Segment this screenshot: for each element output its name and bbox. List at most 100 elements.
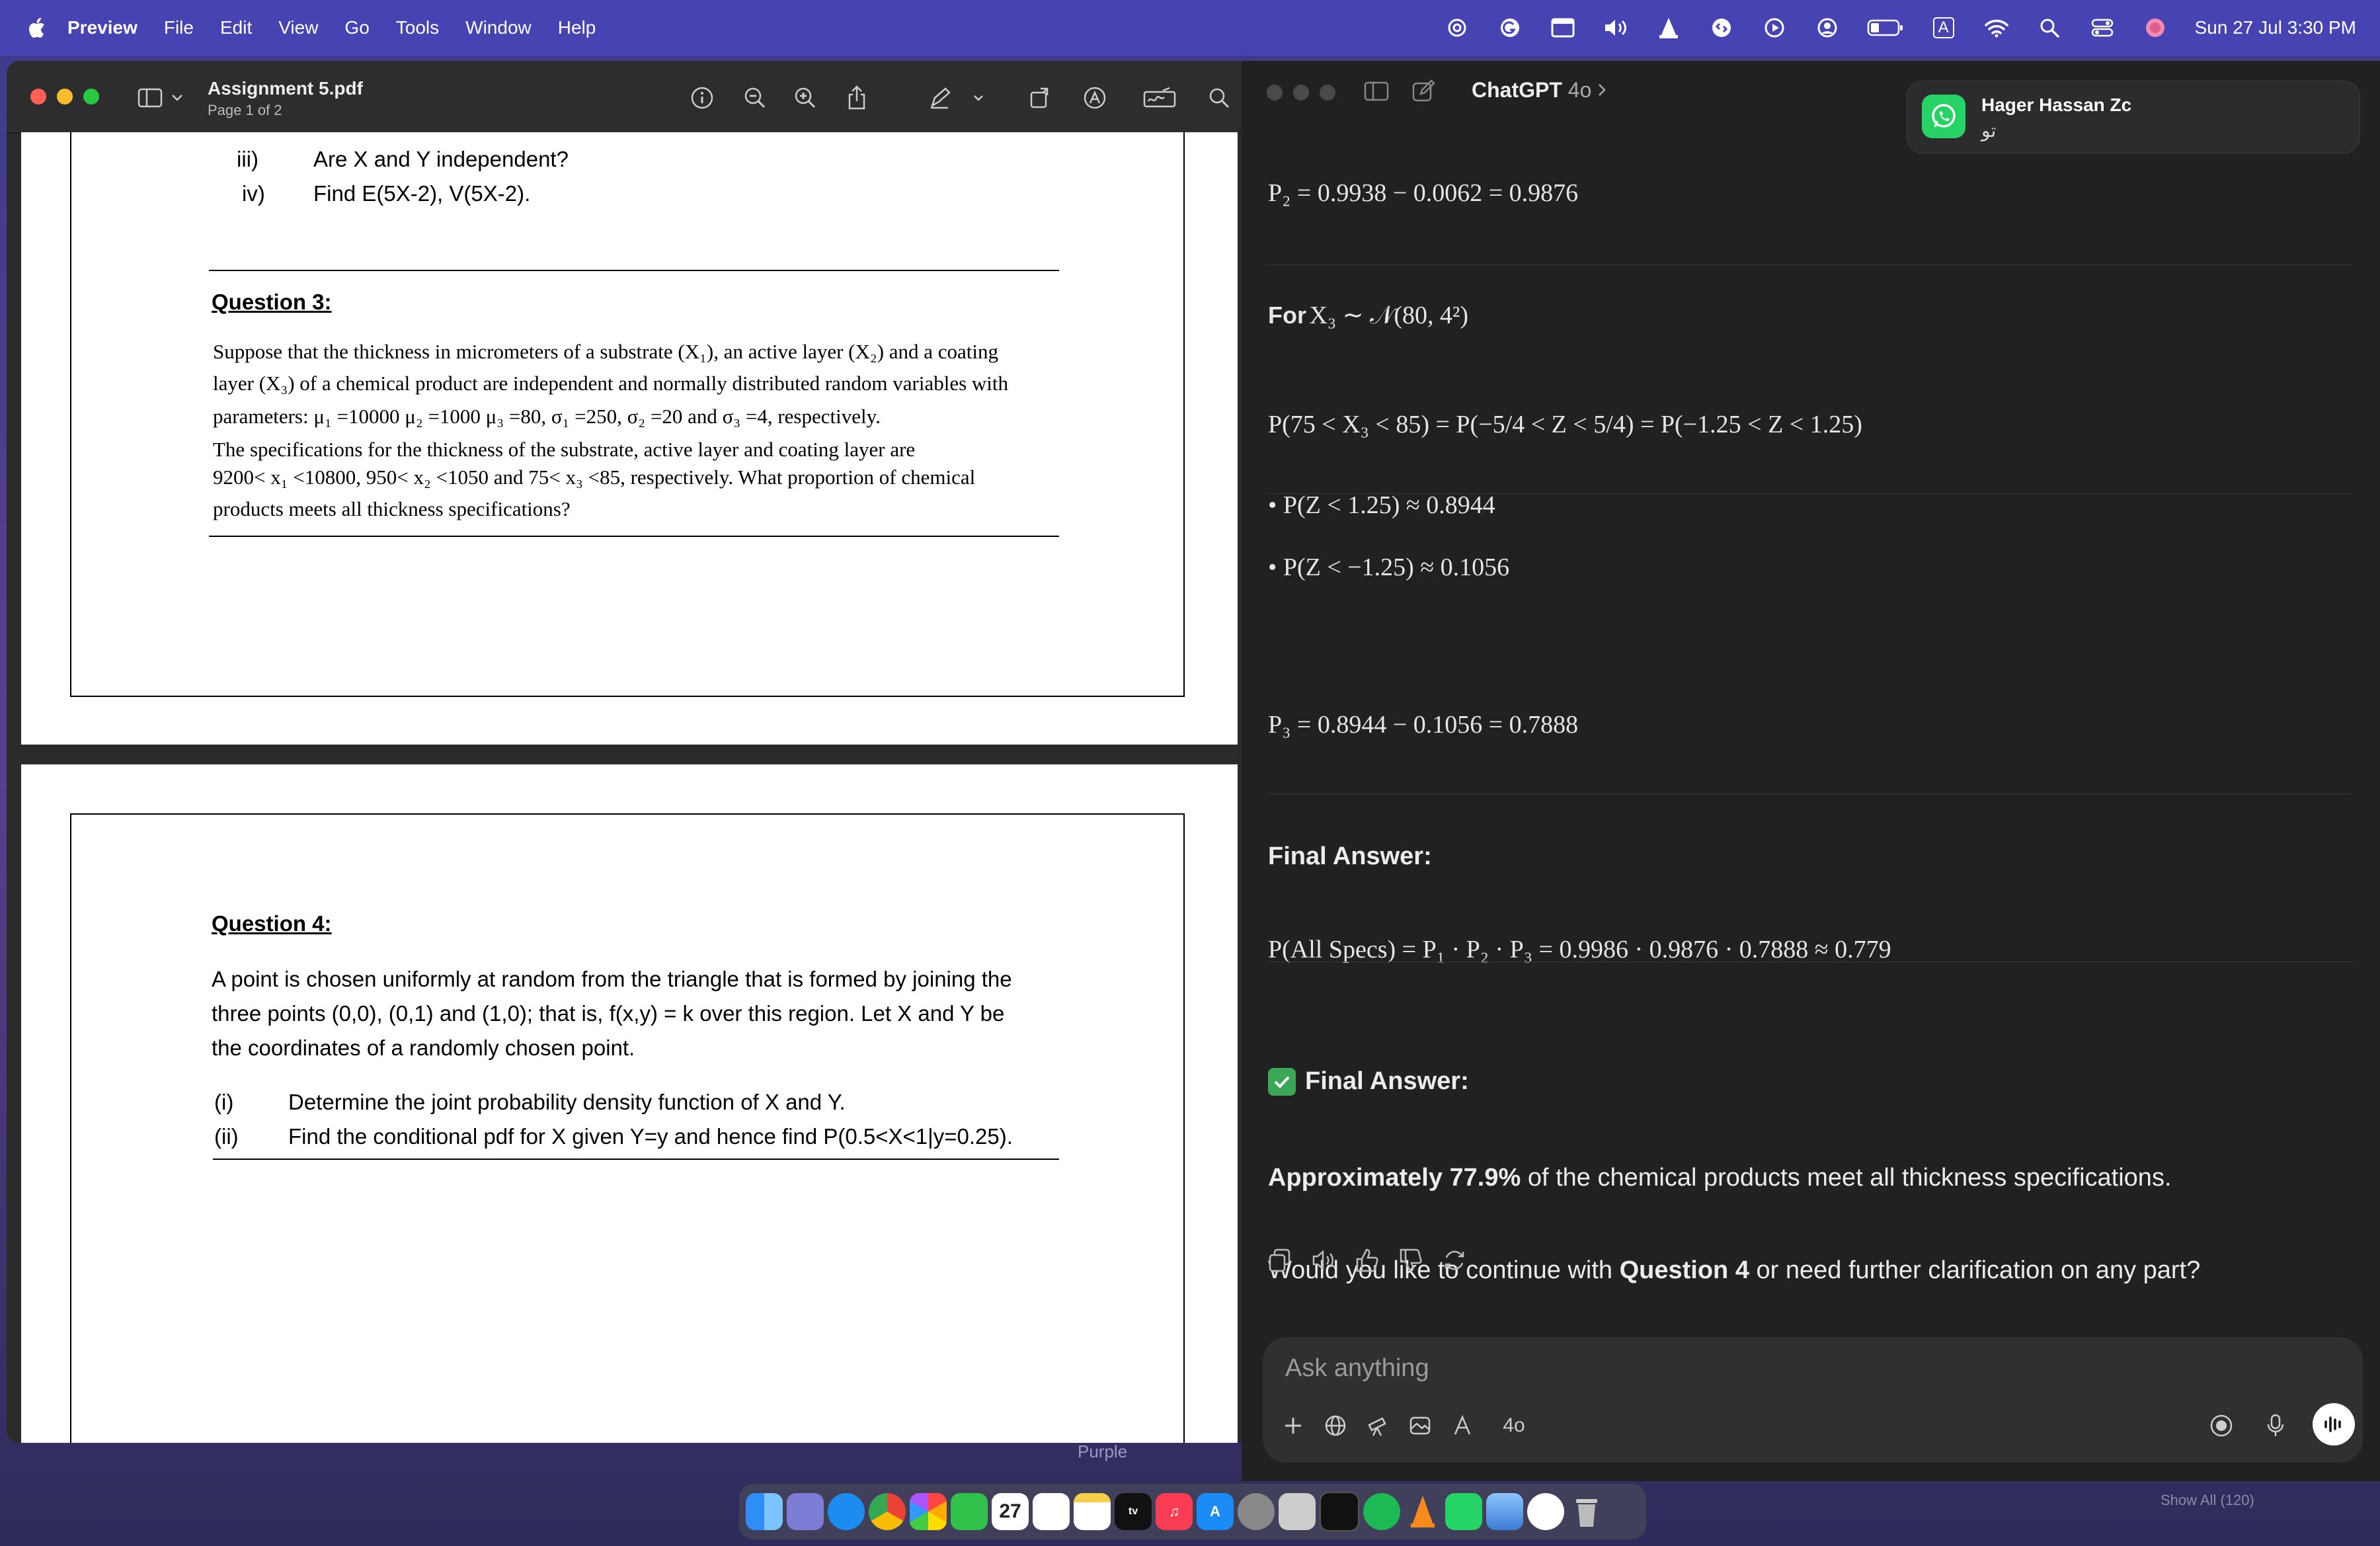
menu-view[interactable]: View bbox=[278, 17, 318, 38]
menu-window[interactable]: Window bbox=[465, 17, 532, 38]
final-answer-text: Approximately 77.9% of the chemical prod… bbox=[1268, 1164, 2172, 1192]
shazam-icon[interactable] bbox=[1708, 15, 1735, 41]
chatgpt-app-icon[interactable] bbox=[1527, 1493, 1564, 1530]
markup-pen-icon[interactable] bbox=[926, 83, 955, 112]
chevron-down-icon[interactable] bbox=[169, 83, 185, 112]
search-icon[interactable] bbox=[1205, 83, 1234, 112]
q4-line-2: three points (0,0), (0,1) and (1,0); tha… bbox=[212, 1001, 1005, 1026]
whatsapp-dock-icon[interactable] bbox=[1445, 1493, 1482, 1530]
regenerate-icon[interactable] bbox=[1441, 1247, 1468, 1274]
menu-help[interactable]: Help bbox=[558, 17, 596, 38]
menubar-clock[interactable]: Sun 27 Jul 3:30 PM bbox=[2195, 17, 2356, 38]
apple-tv-icon[interactable]: tv bbox=[1115, 1493, 1152, 1530]
volume-icon[interactable] bbox=[1603, 15, 1629, 41]
menu-tools[interactable]: Tools bbox=[396, 17, 439, 38]
close-window-button[interactable] bbox=[1267, 85, 1283, 101]
preview-toolbar: Assignment 5.pdf Page 1 of 2 bbox=[7, 61, 1250, 134]
q4-item-i-number: (i) bbox=[214, 1090, 234, 1114]
chrome-icon[interactable] bbox=[869, 1493, 906, 1530]
check-mark-icon bbox=[1268, 1067, 1296, 1096]
menu-file[interactable]: File bbox=[164, 17, 194, 38]
bullet-p-z-less-1-25: • P(Z < 1.25) ≈ 0.8944 bbox=[1268, 491, 1495, 519]
trash-icon[interactable] bbox=[1568, 1493, 1605, 1530]
menu-go[interactable]: Go bbox=[344, 17, 369, 38]
copy-icon[interactable] bbox=[1267, 1247, 1293, 1274]
zoom-out-icon[interactable] bbox=[740, 83, 770, 112]
voice-mode-button[interactable] bbox=[2313, 1403, 2355, 1445]
notes-icon[interactable] bbox=[1074, 1493, 1111, 1530]
close-window-button[interactable] bbox=[30, 89, 46, 104]
record-icon[interactable] bbox=[2208, 1412, 2235, 1439]
sidebar-toggle-icon[interactable] bbox=[136, 83, 165, 112]
minimize-window-button[interactable] bbox=[1293, 85, 1309, 101]
facetime-icon[interactable] bbox=[951, 1493, 988, 1530]
safari-icon[interactable] bbox=[828, 1493, 865, 1530]
zoom-window-button[interactable] bbox=[1320, 85, 1335, 101]
background-label: Purple bbox=[1078, 1442, 1128, 1461]
separator bbox=[1268, 264, 2352, 265]
markup-toolbar-icon[interactable] bbox=[1080, 83, 1109, 112]
input-source-indicator[interactable]: A bbox=[1930, 15, 1957, 41]
play-icon[interactable] bbox=[1761, 15, 1788, 41]
read-aloud-icon[interactable] bbox=[1310, 1247, 1337, 1274]
rotate-icon[interactable] bbox=[1026, 83, 1055, 112]
model-selector[interactable]: ChatGPT 4o bbox=[1472, 78, 1606, 102]
zoom-in-icon[interactable] bbox=[791, 83, 820, 112]
wifi-icon[interactable] bbox=[1983, 15, 2010, 41]
calendar-icon[interactable]: 27 bbox=[992, 1493, 1029, 1530]
siri-icon[interactable] bbox=[2142, 15, 2168, 41]
pdf-page-2[interactable]: Question 4: A point is chosen uniformly … bbox=[21, 764, 1238, 1443]
menu-app-preview[interactable]: Preview bbox=[67, 17, 138, 38]
finder-icon[interactable] bbox=[746, 1493, 783, 1530]
music-icon[interactable]: ♫ bbox=[1156, 1493, 1193, 1530]
preview-app-icon[interactable] bbox=[1486, 1493, 1523, 1530]
app-store-icon[interactable]: A bbox=[1197, 1493, 1234, 1530]
user-account-icon[interactable] bbox=[1814, 15, 1841, 41]
model-picker[interactable]: 4o bbox=[1494, 1412, 1534, 1439]
tools-icon[interactable] bbox=[1449, 1412, 1476, 1439]
system-settings-icon[interactable] bbox=[1238, 1493, 1275, 1530]
add-attachment-icon[interactable] bbox=[1280, 1412, 1306, 1439]
spotify-icon[interactable] bbox=[1363, 1493, 1400, 1530]
signature-icon[interactable] bbox=[1142, 83, 1177, 112]
message-composer[interactable]: Ask anything 4o bbox=[1263, 1337, 2363, 1463]
new-chat-icon[interactable] bbox=[1409, 77, 1439, 106]
thumbs-down-icon[interactable] bbox=[1398, 1247, 1424, 1274]
control-center-icon[interactable] bbox=[2089, 15, 2116, 41]
globe-search-icon[interactable] bbox=[1322, 1412, 1349, 1439]
vlc-icon[interactable] bbox=[1404, 1493, 1441, 1530]
image-tool-icon[interactable] bbox=[1407, 1412, 1433, 1439]
document-page-indicator: Page 1 of 2 bbox=[208, 102, 282, 118]
sidebar-toggle-icon[interactable] bbox=[1362, 77, 1391, 106]
openai-menu-icon[interactable] bbox=[1444, 15, 1470, 41]
q4-line-1: A point is chosen uniformly at random fr… bbox=[212, 967, 1012, 991]
share-icon[interactable] bbox=[842, 83, 871, 112]
whatsapp-notification[interactable]: Hager Hassan Zc تو bbox=[1907, 81, 2360, 153]
item-iv-number: iv) bbox=[242, 181, 265, 206]
vlc-menu-icon[interactable] bbox=[1655, 15, 1682, 41]
window-icon[interactable] bbox=[1550, 15, 1576, 41]
chatgpt-window: ChatGPT 4o P₂ = 0.9938 − 0.0062 = 0.9876… bbox=[1242, 61, 2380, 1481]
message-input[interactable]: Ask anything bbox=[1285, 1354, 1429, 1383]
battery-icon[interactable] bbox=[1867, 15, 1904, 41]
microphone-icon[interactable] bbox=[2262, 1412, 2289, 1439]
launchpad-icon[interactable] bbox=[787, 1493, 824, 1530]
spotlight-search-icon[interactable] bbox=[2036, 15, 2063, 41]
telescope-icon[interactable] bbox=[1365, 1412, 1391, 1439]
terminal-icon[interactable] bbox=[1320, 1492, 1359, 1531]
menu-edit[interactable]: Edit bbox=[220, 17, 252, 38]
reminders-icon[interactable] bbox=[1033, 1493, 1070, 1530]
photos-icon[interactable] bbox=[910, 1493, 947, 1530]
follow-up-bold: Question 4 bbox=[1619, 1256, 1749, 1284]
document-title: Assignment 5.pdf bbox=[208, 78, 363, 99]
apple-icon[interactable] bbox=[26, 17, 46, 39]
grammarly-icon[interactable] bbox=[1497, 15, 1523, 41]
markup-dropdown-chevron-icon[interactable] bbox=[971, 83, 986, 112]
separator bbox=[1268, 961, 2352, 962]
thumbs-up-icon[interactable] bbox=[1354, 1247, 1380, 1274]
zoom-window-button[interactable] bbox=[83, 89, 99, 104]
pdf-page-1[interactable]: iii) Are X and Y independent? iv) Find E… bbox=[21, 132, 1238, 745]
minimize-window-button[interactable] bbox=[57, 89, 73, 104]
info-icon[interactable] bbox=[688, 83, 717, 112]
script-editor-icon[interactable] bbox=[1279, 1493, 1316, 1530]
